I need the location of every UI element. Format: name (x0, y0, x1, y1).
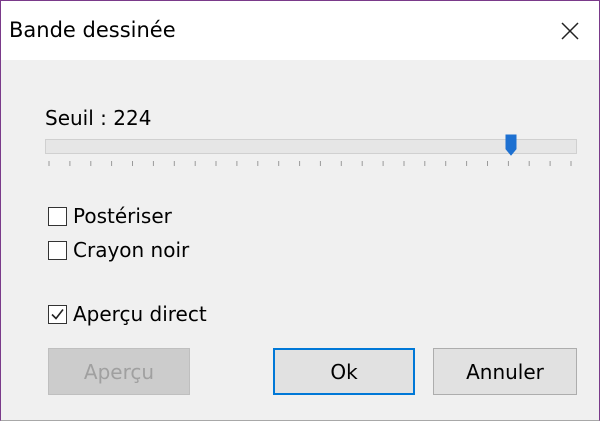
ok-button[interactable]: Ok (273, 348, 415, 395)
black-pencil-checkbox-box[interactable] (48, 240, 67, 260)
posterize-checkbox-box[interactable] (48, 206, 67, 226)
preview-button[interactable]: Aperçu (48, 348, 190, 395)
black-pencil-checkbox[interactable]: Crayon noir (48, 238, 189, 262)
close-icon (561, 21, 579, 40)
cancel-button[interactable]: Annuler (433, 348, 577, 395)
close-button[interactable] (541, 1, 599, 60)
slider-thumb[interactable] (505, 134, 517, 156)
live-preview-checkbox-box[interactable] (48, 304, 67, 324)
live-preview-label: Aperçu direct (73, 302, 207, 326)
threshold-label: Seuil : 224 (45, 106, 152, 130)
dialog-body: Seuil : 224 Postériser Crayon noir Aperç… (1, 60, 599, 420)
bande-dessinee-dialog: Bande dessinée Seuil : 224 Postériser Cr… (0, 0, 600, 421)
title-bar[interactable]: Bande dessinée (1, 1, 599, 60)
posterize-checkbox[interactable]: Postériser (48, 204, 172, 228)
dialog-title: Bande dessinée (9, 18, 176, 42)
black-pencil-label: Crayon noir (73, 238, 190, 262)
live-preview-checkbox[interactable]: Aperçu direct (48, 302, 207, 326)
slider-ticks (48, 161, 572, 166)
threshold-slider[interactable] (45, 134, 577, 180)
posterize-label: Postériser (73, 204, 172, 228)
slider-track[interactable] (45, 139, 577, 154)
checkmark-icon (51, 308, 64, 320)
